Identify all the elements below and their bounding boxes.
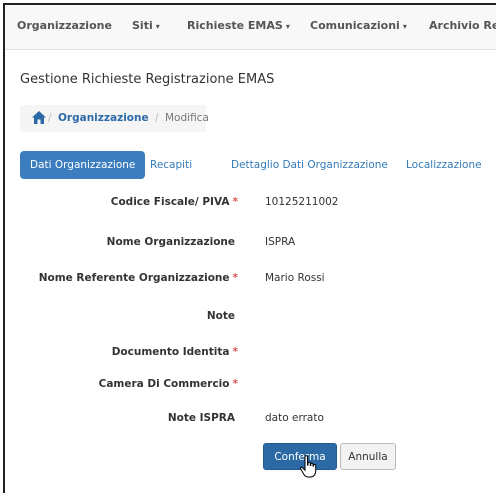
breadcrumb-separator: / xyxy=(48,112,52,124)
label-text: Camera Di Commercio xyxy=(98,378,230,390)
codice-fiscale-value: 10125211002 xyxy=(265,196,339,208)
field-label: Camera Di Commercio * xyxy=(99,378,238,390)
required-marker: * xyxy=(232,346,239,358)
field-label: Note ISPRA xyxy=(168,412,238,424)
nav-label: Richieste EMAS xyxy=(187,19,283,32)
required-marker: * xyxy=(232,272,239,284)
breadcrumb-separator: / xyxy=(155,112,159,124)
label-text: Documento Identita xyxy=(111,346,230,358)
breadcrumb-current: Modifica xyxy=(165,112,209,124)
page-title: Gestione Richieste Registrazione EMAS xyxy=(20,72,275,87)
nav-label: Organizzazione xyxy=(17,19,112,32)
app-frame: Organizzazione Siti ▾ Richieste EMAS ▾ Com… xyxy=(3,3,496,493)
label-text: Nome Organizzazione xyxy=(106,236,235,248)
nav-richieste-emas[interactable]: Richieste EMAS ▾ xyxy=(187,19,290,32)
breadcrumb-link-organizzazione[interactable]: Organizzazione xyxy=(58,112,149,124)
nav-label: Archivio Reg xyxy=(429,19,496,32)
annulla-button[interactable]: Annulla xyxy=(340,443,396,470)
home-icon[interactable] xyxy=(32,111,46,127)
nome-referente-value: Mario Rossi xyxy=(265,272,325,284)
nav-label: Siti xyxy=(132,19,153,32)
label-text: Note xyxy=(206,310,235,322)
tab-recapiti[interactable]: Recapiti xyxy=(150,151,192,179)
caret-down-icon: ▾ xyxy=(402,22,407,31)
nav-organizzazione[interactable]: Organizzazione xyxy=(17,19,112,32)
tab-dettaglio-dati[interactable]: Dettaglio Dati Organizzazione xyxy=(231,151,388,179)
tab-dati-organizzazione[interactable]: Dati Organizzazione xyxy=(20,151,146,179)
nav-archivio[interactable]: Archivio Reg xyxy=(429,19,496,32)
field-label: Documento Identita * xyxy=(112,346,238,358)
caret-down-icon: ▾ xyxy=(155,22,160,31)
field-label: Nome Organizzazione xyxy=(107,236,238,248)
nav-label: Comunicazioni xyxy=(310,19,400,32)
tab-localizzazione[interactable]: Localizzazione xyxy=(406,151,482,179)
required-marker: * xyxy=(232,378,239,390)
label-text: Note ISPRA xyxy=(167,412,235,424)
breadcrumb: / Organizzazione / Modifica xyxy=(20,105,209,132)
label-text: Codice Fiscale/ PIVA xyxy=(110,196,230,208)
required-marker: * xyxy=(232,196,239,208)
field-label: Nome Referente Organizzazione * xyxy=(39,272,238,284)
nome-organizzazione-value: ISPRA xyxy=(265,236,296,248)
field-label: Note xyxy=(207,310,238,322)
field-label: Codice Fiscale/ PIVA * xyxy=(111,196,238,208)
nav-comunicazioni[interactable]: Comunicazioni ▾ xyxy=(310,19,407,32)
caret-down-icon: ▾ xyxy=(285,22,290,31)
note-ispra-value: dato errato xyxy=(265,412,324,424)
hand-cursor-icon xyxy=(299,455,319,483)
top-navbar: Organizzazione Siti ▾ Richieste EMAS ▾ Com… xyxy=(5,5,496,50)
nav-siti[interactable]: Siti ▾ xyxy=(132,19,160,32)
label-text: Nome Referente Organizzazione xyxy=(38,272,230,284)
